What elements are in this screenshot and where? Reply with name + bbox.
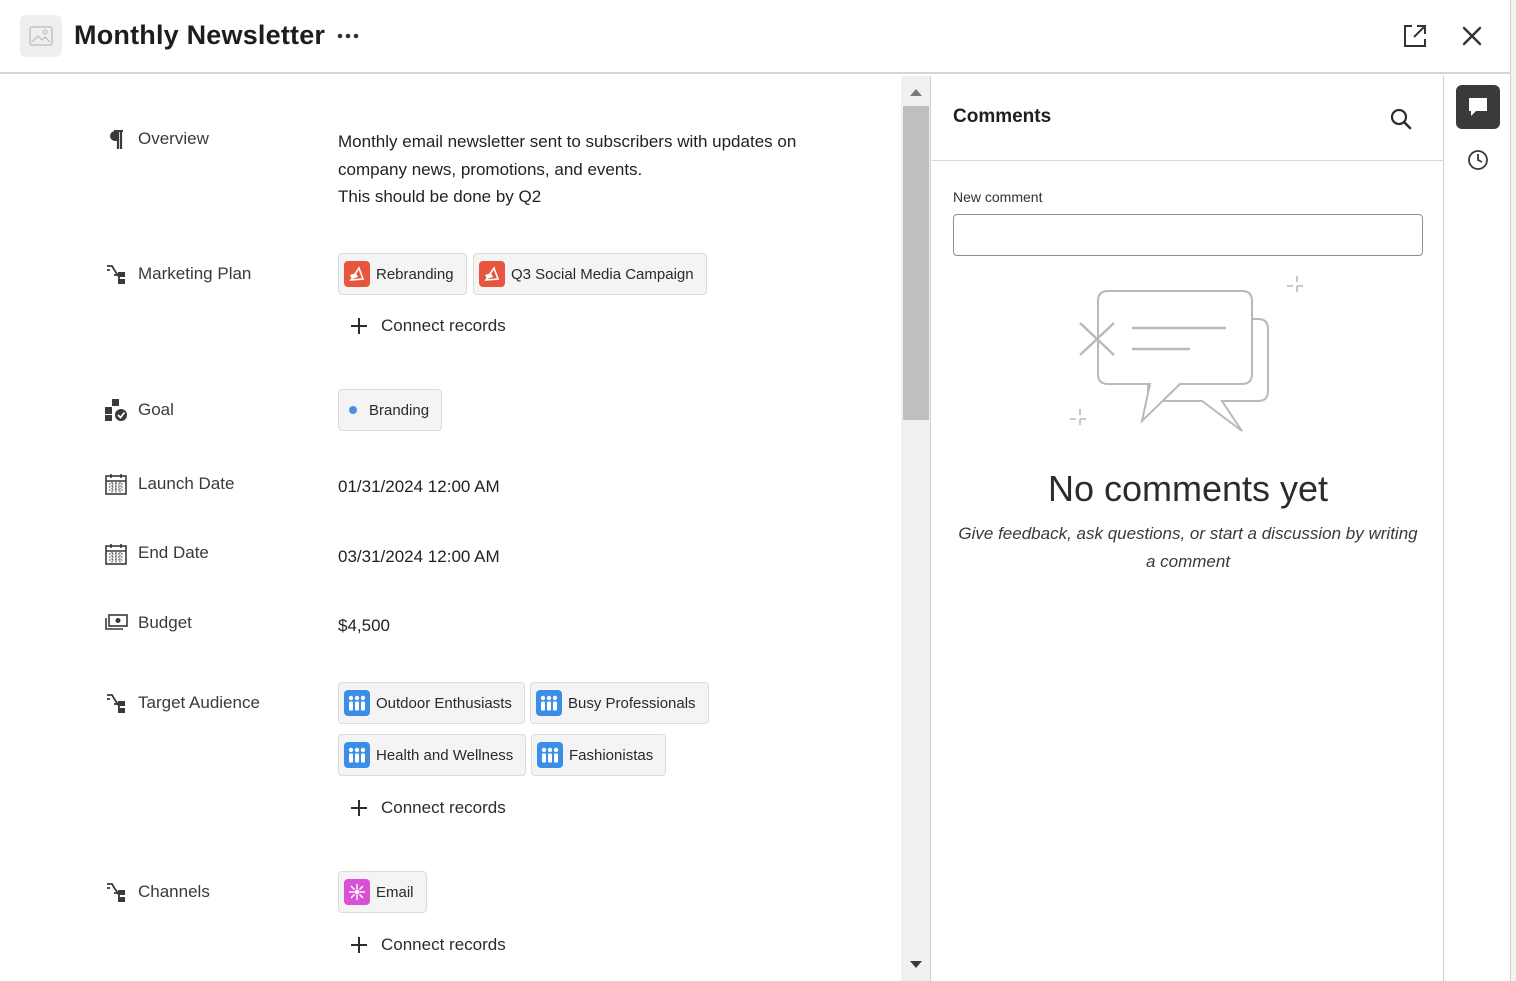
channel-icon	[344, 879, 370, 905]
plus-icon	[348, 797, 370, 819]
search-comments-button[interactable]	[1387, 105, 1415, 133]
chip-label: Health and Wellness	[376, 746, 514, 764]
campaign-icon	[344, 261, 370, 287]
budget-value[interactable]: $4,500	[338, 616, 390, 636]
history-icon	[1468, 150, 1488, 170]
open-in-new-icon	[1404, 25, 1426, 47]
connect-label: Connect records	[381, 316, 506, 335]
campaign-icon	[479, 261, 505, 287]
comments-icon	[1469, 98, 1487, 116]
record-chip-fashionistas[interactable]: Fashionistas	[531, 734, 667, 776]
empty-state-description: Give feedback, ask questions, or start a…	[958, 524, 1418, 571]
scroll-up-arrow-icon[interactable]	[909, 86, 923, 98]
close-icon	[1462, 26, 1482, 46]
plus-icon	[348, 934, 370, 956]
comments-tab-button[interactable]	[1456, 85, 1500, 129]
field-label: Budget	[138, 613, 192, 632]
end-date-value[interactable]: 03/31/2024 12:00 AM	[338, 547, 500, 567]
scrollbar-thumb[interactable]	[903, 106, 929, 420]
new-comment-input[interactable]	[953, 214, 1423, 256]
record-details: Overview Monthly email newsletter sent t…	[0, 76, 901, 981]
paragraph-icon	[104, 128, 128, 152]
calendar-icon	[104, 472, 128, 496]
details-scrollbar[interactable]	[901, 76, 931, 981]
no-comments-illustration	[1070, 276, 1307, 432]
goal-tag[interactable]: Branding	[338, 389, 443, 431]
page-title: Monthly Newsletter	[74, 20, 326, 50]
audience-icon	[536, 690, 562, 716]
scroll-down-arrow-icon[interactable]	[909, 959, 923, 971]
connection-icon	[104, 262, 128, 286]
record-thumbnail[interactable]	[20, 15, 62, 57]
field-label: Overview	[138, 129, 209, 148]
record-chip-outdoor-enthusiasts[interactable]: Outdoor Enthusiasts	[338, 682, 525, 724]
record-chip-health-and-wellness[interactable]: Health and Wellness	[338, 734, 527, 776]
goal-icon	[104, 398, 128, 422]
record-chip-rebranding[interactable]: Rebranding	[338, 253, 467, 295]
side-rail	[1445, 76, 1510, 981]
record-chip-q3-social-media-campaign[interactable]: Q3 Social Media Campaign	[473, 253, 707, 295]
field-label: Goal	[138, 400, 174, 419]
overview-line: This should be done by Q2	[338, 187, 542, 206]
comments-title: Comments	[953, 106, 1052, 127]
chip-label: Fashionistas	[569, 746, 654, 764]
new-comment-label: New comment	[953, 189, 1043, 205]
connect-records-button[interactable]: Connect records	[348, 797, 506, 819]
chip-label: Q3 Social Media Campaign	[511, 265, 694, 283]
modal-header: Monthly Newsletter	[0, 0, 1510, 74]
overview-line: company news, promotions, and events.	[338, 159, 643, 179]
chip-label: Outdoor Enthusiasts	[376, 694, 512, 712]
comments-panel: Comments New comment No comments yet Giv…	[932, 76, 1444, 981]
field-label: Marketing Plan	[138, 264, 252, 283]
record-chip-busy-professionals[interactable]: Busy Professionals	[530, 682, 709, 724]
history-tab-button[interactable]	[1456, 138, 1500, 182]
audience-icon	[344, 690, 370, 716]
empty-state-title: No comments yet	[1047, 468, 1329, 509]
open-in-new-button[interactable]	[1397, 18, 1433, 54]
connect-label: Connect records	[381, 798, 506, 817]
launch-date-value[interactable]: 01/31/2024 12:00 AM	[338, 477, 500, 497]
tag-color-dot	[349, 406, 357, 414]
chip-label: Busy Professionals	[568, 694, 696, 712]
more-icon	[337, 33, 359, 39]
connection-icon	[104, 880, 128, 904]
connect-label: Connect records	[381, 935, 506, 954]
record-chip-email[interactable]: Email	[338, 871, 427, 913]
image-placeholder-icon	[29, 26, 53, 46]
tag-label: Branding	[369, 401, 430, 419]
connect-records-button[interactable]: Connect records	[348, 315, 506, 337]
audience-icon	[537, 742, 563, 768]
audience-icon	[344, 742, 370, 768]
comments-header: Comments	[932, 76, 1444, 161]
calendar-icon	[104, 542, 128, 566]
field-label: End Date	[138, 543, 209, 562]
overview-value[interactable]: Monthly email newsletter sent to subscri…	[338, 128, 818, 211]
record-modal: Monthly Newsletter Overview Monthly emai…	[0, 0, 1510, 981]
search-icon	[1390, 108, 1412, 130]
connect-records-button[interactable]: Connect records	[348, 934, 506, 956]
connection-icon	[104, 691, 128, 715]
field-label: Target Audience	[138, 693, 260, 712]
field-label: Launch Date	[138, 474, 235, 493]
field-label: Channels	[138, 882, 210, 901]
money-icon	[104, 611, 128, 635]
chip-label: Rebranding	[376, 265, 454, 283]
more-actions-button[interactable]	[334, 22, 362, 50]
plus-icon	[348, 315, 370, 337]
chip-label: Email	[376, 883, 414, 901]
close-button[interactable]	[1454, 18, 1490, 54]
background-page-edge	[1510, 0, 1516, 981]
overview-line: Monthly email newsletter sent to subscri…	[338, 132, 797, 151]
